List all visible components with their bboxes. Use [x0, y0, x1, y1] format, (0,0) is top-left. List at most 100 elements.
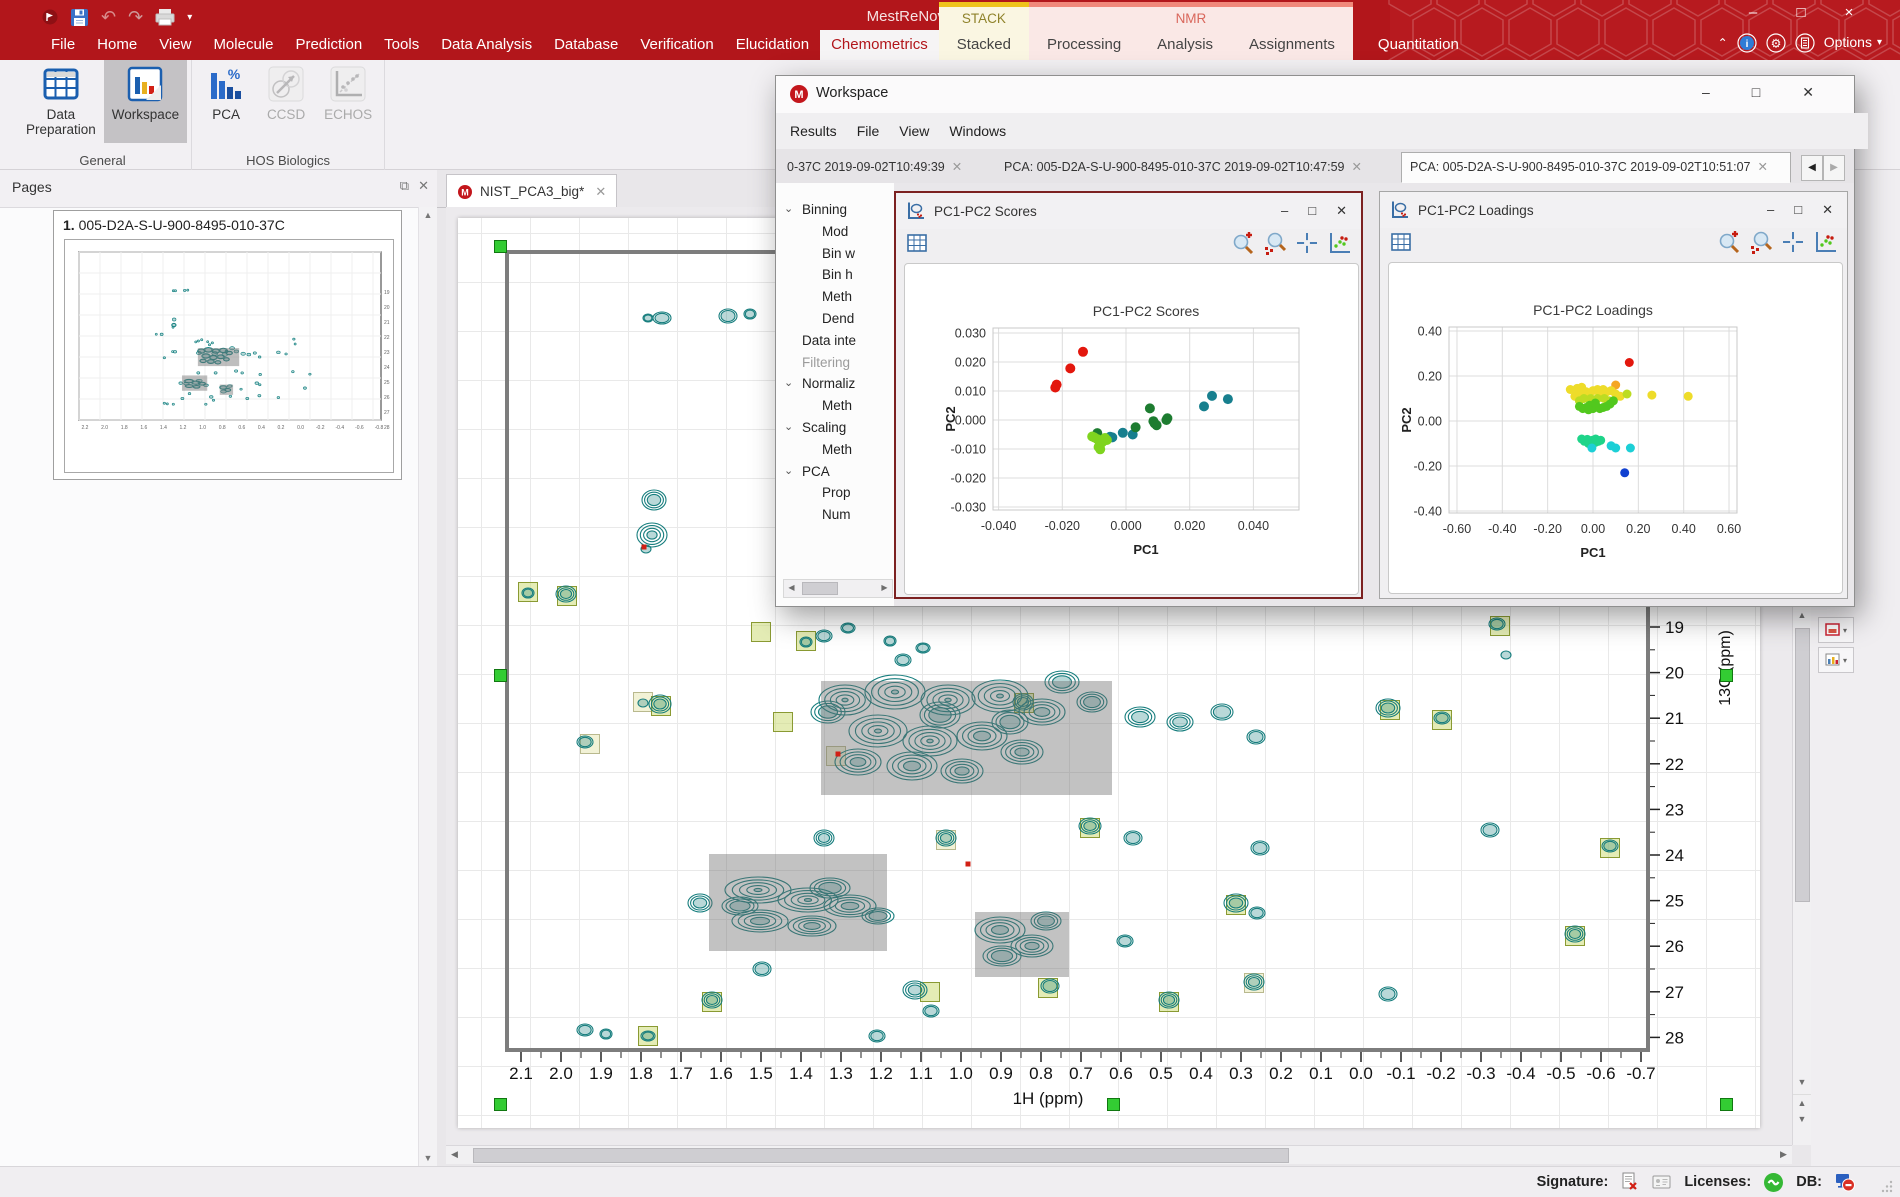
maximize-icon[interactable]: □	[1794, 202, 1802, 218]
scrollbar-thumb[interactable]	[802, 582, 838, 595]
scroll-left-icon[interactable]: ◀	[446, 1146, 463, 1163]
crosshair-icon[interactable]	[1295, 231, 1319, 255]
float-panel-icon[interactable]: ⧉	[400, 178, 409, 194]
tree-item-dend-5[interactable]: Dend	[776, 309, 894, 331]
table-icon[interactable]	[906, 232, 928, 254]
selection-handle[interactable]	[1720, 1098, 1733, 1111]
info-icon[interactable]: i	[1737, 33, 1757, 53]
workspace-tab-1[interactable]: 0-37C 2019-09-02T10:49:39✕	[779, 153, 986, 182]
selection-handle[interactable]	[494, 240, 507, 253]
mdi-titlebar[interactable]: PC1-PC2 Loadings–□✕	[1380, 192, 1847, 228]
toolbar-button-pca[interactable]: %PCA	[196, 60, 256, 143]
table-icon[interactable]	[1390, 231, 1412, 253]
zoom-selection-icon[interactable]	[1263, 231, 1287, 255]
workspace-tab-3[interactable]: PCA: 005-D2A-S-U-900-8495-010-37C 2019-0…	[1401, 152, 1791, 183]
tree-item-meth-4[interactable]: Meth	[776, 287, 894, 309]
scrollbar-thumb[interactable]	[473, 1148, 1289, 1163]
zoom-selection-icon[interactable]	[1749, 230, 1773, 254]
expander-chevron-icon[interactable]: ⌄	[784, 202, 793, 215]
minimize-icon[interactable]: –	[1702, 84, 1710, 101]
crosshair-icon[interactable]	[1781, 230, 1805, 254]
selection-handle[interactable]	[494, 1098, 507, 1111]
tab-scroll-right-icon[interactable]: ▶	[1823, 155, 1845, 181]
workspace-settings-tree[interactable]: ⌄BinningModBin wBin hMethDendData inteFi…	[776, 183, 894, 606]
expander-chevron-icon[interactable]: ⌄	[784, 420, 793, 433]
ribbon-tab-verification[interactable]: Verification	[629, 30, 724, 60]
ribbon-tab-molecule[interactable]: Molecule	[202, 30, 284, 60]
workspace-menu-windows[interactable]: Windows	[949, 123, 1006, 139]
gear-icon[interactable]: ⚙	[1766, 33, 1786, 53]
toolbar-button-ccsd[interactable]: CCSD	[256, 60, 316, 143]
toolbar-button-data-preparation[interactable]: Data Preparation	[18, 60, 104, 143]
tree-item-mod-1[interactable]: Mod	[776, 222, 894, 244]
signature-invalid-icon[interactable]	[1620, 1172, 1640, 1192]
tree-item-filtering-7[interactable]: Filtering	[776, 353, 894, 375]
ribbon-tab-elucidation[interactable]: Elucidation	[725, 30, 820, 60]
mdi-titlebar[interactable]: PC1-PC2 Scores–□✕	[896, 193, 1361, 229]
scroll-up-icon[interactable]: ▲	[1793, 607, 1811, 623]
ribbon-tab-analysis[interactable]: Analysis	[1139, 30, 1231, 60]
ribbon-tab-prediction[interactable]: Prediction	[284, 30, 373, 60]
close-icon[interactable]: ✕	[1822, 202, 1833, 218]
workspace-titlebar[interactable]: M Workspace – □ ✕	[776, 76, 1854, 113]
workspace-menu-view[interactable]: View	[899, 123, 929, 139]
selection-handle[interactable]	[1720, 669, 1733, 682]
ribbon-tab-tools[interactable]: Tools	[373, 30, 430, 60]
workspace-tab-2[interactable]: PCA: 005-D2A-S-U-900-8495-010-37C 2019-0…	[996, 153, 1391, 182]
tab-scroll-left-icon[interactable]: ◀	[1801, 155, 1823, 181]
expander-chevron-icon[interactable]: ⌄	[784, 376, 793, 389]
tree-item-binning-0[interactable]: ⌄Binning	[776, 200, 894, 222]
close-icon[interactable]: ✕	[1802, 84, 1814, 101]
resize-grip[interactable]	[1880, 1179, 1894, 1193]
page-up-icon[interactable]: ▲	[1793, 1094, 1811, 1111]
page-thumbnail[interactable]: 2.22.01.81.61.41.21.00.80.60.40.20.0-0.2…	[64, 239, 394, 473]
tree-item-data-inte-6[interactable]: Data inte	[776, 331, 894, 353]
tree-scrollbar[interactable]: ◀ ▶	[783, 579, 893, 598]
tree-item-meth-9[interactable]: Meth	[776, 396, 894, 418]
tree-item-bin-w-2[interactable]: Bin w	[776, 244, 894, 266]
pages-scrollbar[interactable]: ▲ ▼	[418, 207, 437, 1166]
ribbon-tab-view[interactable]: View	[148, 30, 202, 60]
ribbon-tab-processing[interactable]: Processing	[1029, 30, 1139, 60]
ribbon-tab-quantitation[interactable]: Quantitation	[1367, 30, 1470, 60]
ribbon-tab-stacked[interactable]: Stacked	[939, 30, 1029, 60]
ribbon-tab-data-analysis[interactable]: Data Analysis	[430, 30, 543, 60]
scrollbar-thumb[interactable]	[1795, 628, 1810, 902]
zoom-in-icon[interactable]	[1231, 231, 1255, 255]
workspace-menu-file[interactable]: File	[857, 123, 880, 139]
tree-item-bin-h-3[interactable]: Bin h	[776, 265, 894, 287]
license-status-icon[interactable]	[1763, 1172, 1784, 1193]
db-status-icon[interactable]	[1834, 1172, 1856, 1192]
ribbon-tab-database[interactable]: Database	[543, 30, 629, 60]
tree-item-meth-11[interactable]: Meth	[776, 440, 894, 462]
close-panel-icon[interactable]: ✕	[418, 178, 429, 194]
scroll-right-icon[interactable]: ▶	[877, 580, 892, 595]
zoom-in-icon[interactable]	[1717, 230, 1741, 254]
expander-chevron-icon[interactable]: ⌄	[784, 464, 793, 477]
tree-item-pca-12[interactable]: ⌄PCA	[776, 462, 894, 484]
horizontal-scrollbar[interactable]: ◀ ▶	[446, 1145, 1792, 1164]
scroll-up-icon[interactable]: ▲	[419, 207, 437, 223]
close-tab-icon[interactable]: ✕	[1757, 160, 1767, 174]
selection-handle[interactable]	[494, 669, 507, 682]
signature-id-icon[interactable]	[1652, 1173, 1672, 1191]
tree-item-num-14[interactable]: Num	[776, 505, 894, 527]
minimize-icon[interactable]: –	[1767, 202, 1774, 218]
vertical-scrollbar[interactable]: ▲ ▼ ▲ ▼	[1792, 607, 1812, 1145]
ribbon-tab-file[interactable]: File	[40, 30, 86, 60]
maximize-icon[interactable]: □	[1752, 84, 1760, 101]
close-tab-icon[interactable]: ✕	[595, 184, 606, 200]
minimize-icon[interactable]: –	[1281, 203, 1288, 219]
page-thumbnail-item[interactable]: 1. 005-D2A-S-U-900-8495-010-37C 2.22.01.…	[53, 210, 402, 480]
collapse-ribbon-icon[interactable]: ⌃	[1718, 36, 1728, 50]
scroll-right-icon[interactable]: ▶	[1775, 1146, 1792, 1163]
scroll-left-icon[interactable]: ◀	[784, 580, 799, 595]
ribbon-tab-assignments[interactable]: Assignments	[1231, 30, 1353, 60]
document-icon[interactable]	[1795, 33, 1815, 53]
tree-item-scaling-10[interactable]: ⌄Scaling	[776, 418, 894, 440]
scatter-chart[interactable]: PC1-PC2 Loadings-0.60-0.40-0.200.000.200…	[1389, 263, 1842, 593]
toolbar-button-echos[interactable]: ECHOS	[316, 60, 380, 143]
close-icon[interactable]: ×	[1840, 4, 1858, 21]
maximize-icon[interactable]: □	[1792, 4, 1810, 21]
scatter-chart[interactable]: PC1-PC2 Scores-0.040-0.0200.0000.0200.04…	[905, 264, 1358, 594]
